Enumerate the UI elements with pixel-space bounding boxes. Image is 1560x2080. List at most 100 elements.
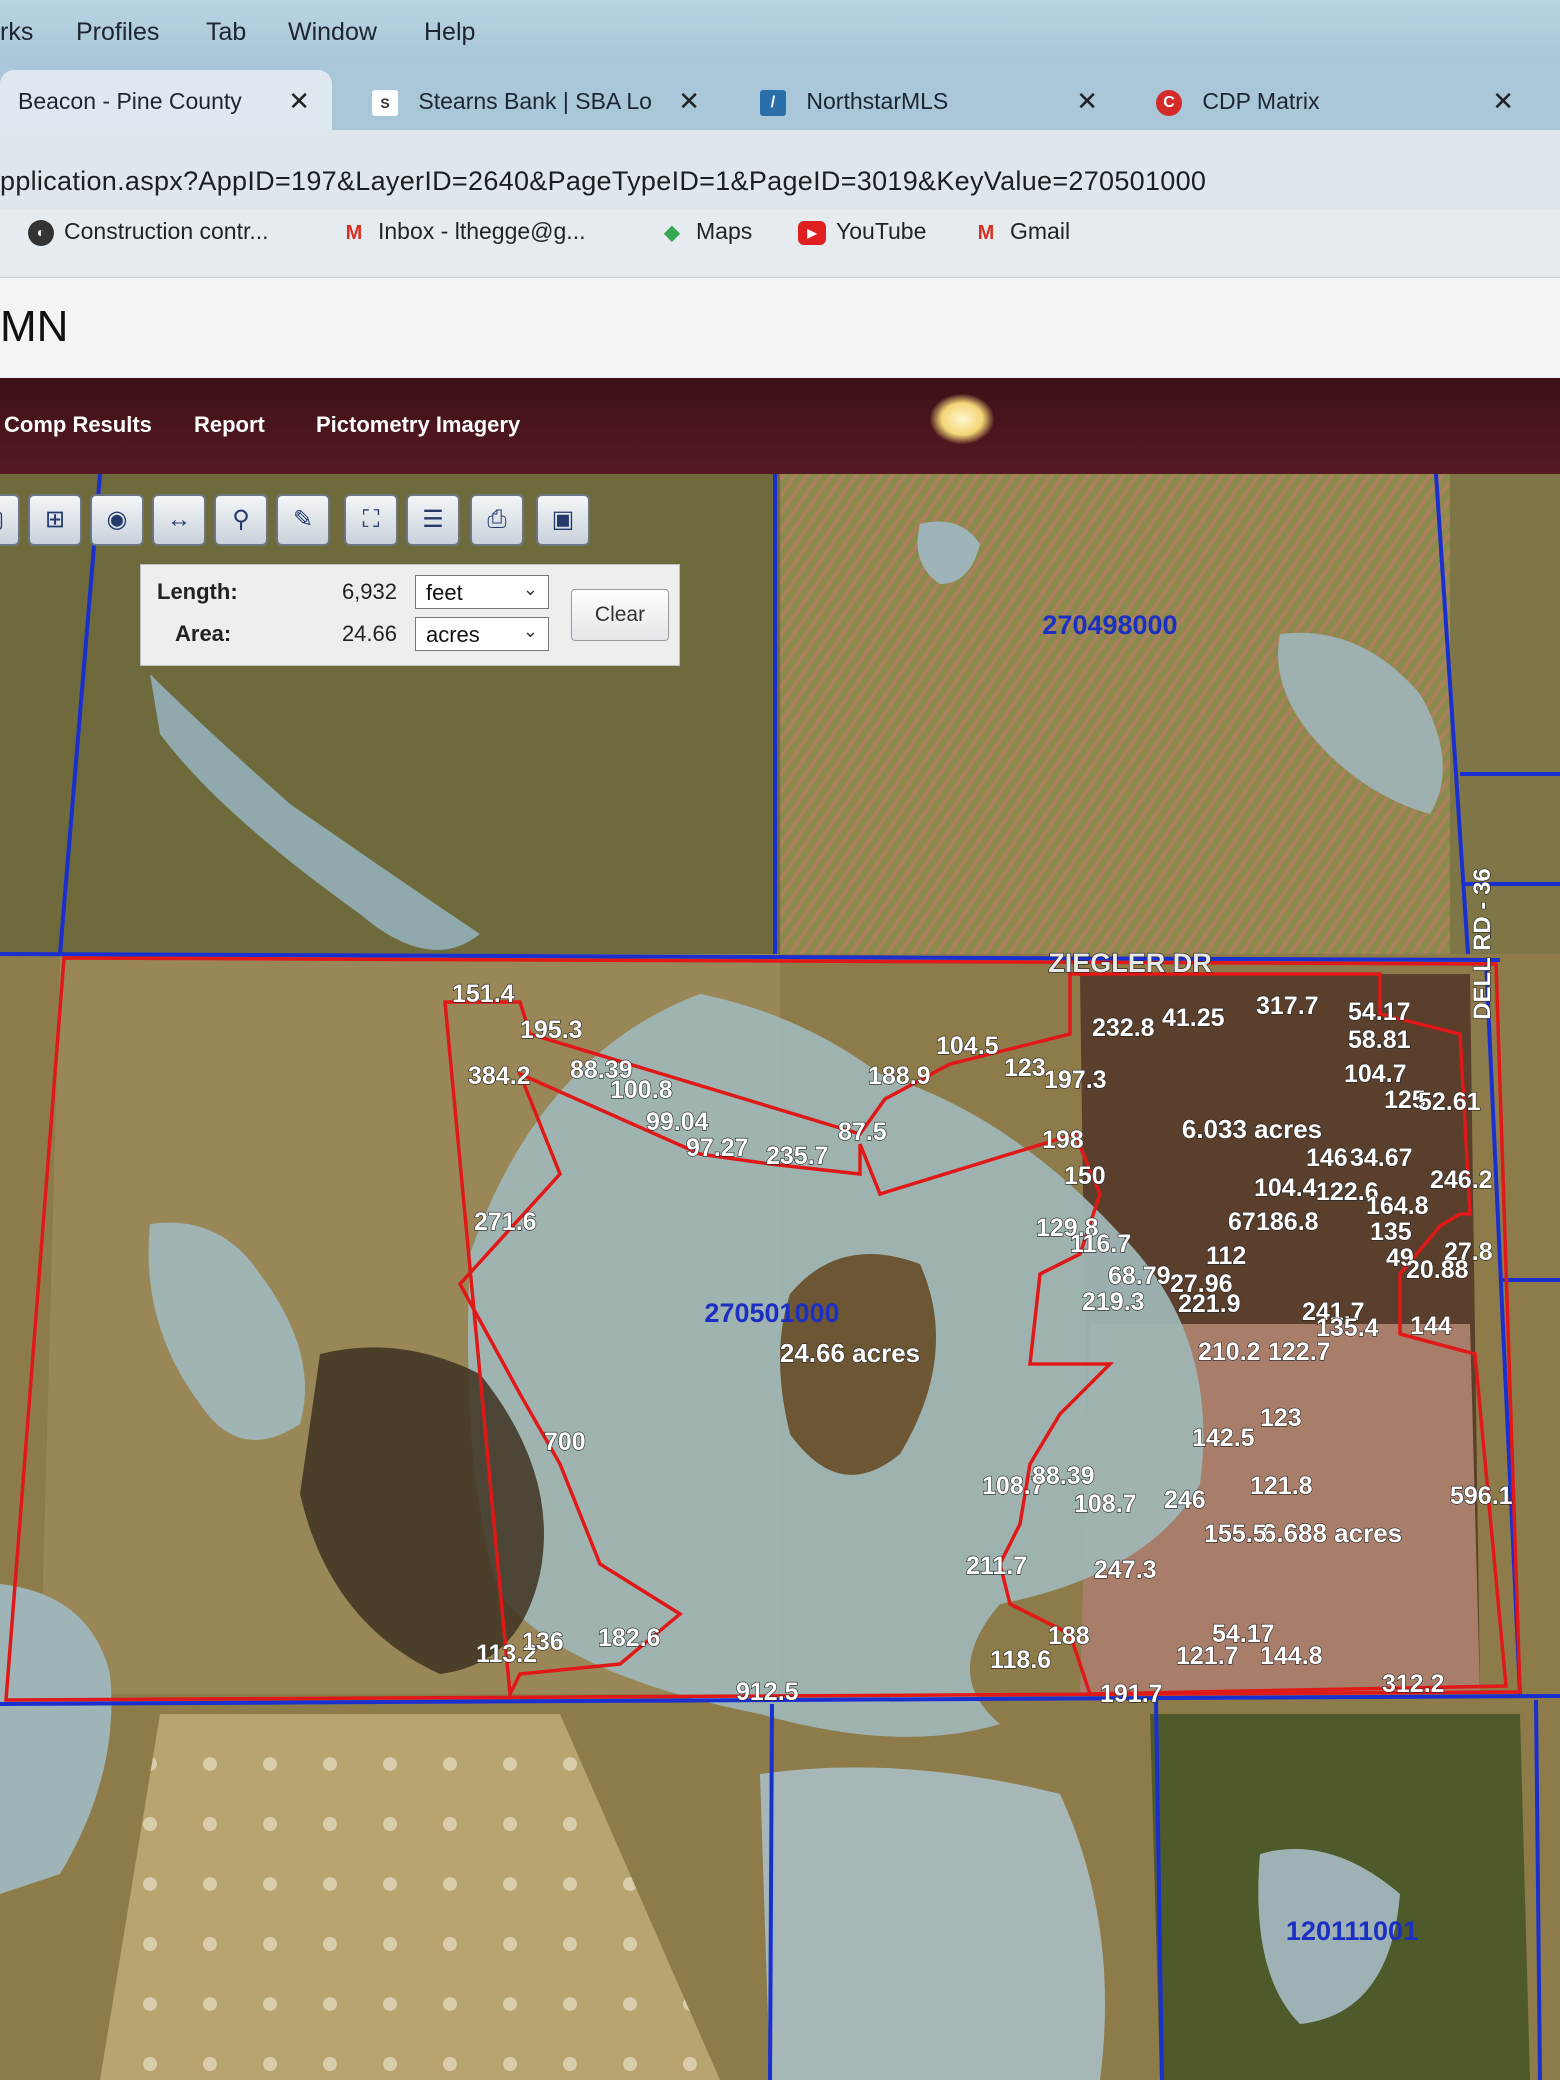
dimension-label: 112 bbox=[1206, 1242, 1246, 1270]
parcel-id-label[interactable]: 120111001 bbox=[1286, 1916, 1418, 1946]
dimension-label: 246 bbox=[1164, 1486, 1206, 1514]
bookmark-gmail[interactable]: M Gmail bbox=[972, 218, 1070, 245]
gmail-icon: M bbox=[345, 221, 363, 244]
close-icon[interactable]: ✕ bbox=[288, 86, 310, 117]
bookmark-inbox[interactable]: M Inbox - lthegge@g... bbox=[340, 218, 586, 245]
dimension-label: 700 bbox=[544, 1428, 586, 1456]
site-title: MN bbox=[0, 302, 69, 351]
bookmark-label: YouTube bbox=[836, 218, 927, 244]
select-icon[interactable]: ▢ bbox=[0, 494, 20, 546]
chevron-down-icon: ⌄ bbox=[522, 579, 538, 599]
pencil-icon[interactable]: ✎ bbox=[276, 494, 330, 546]
northstar-logo-icon: / bbox=[760, 89, 786, 116]
area-value: 24.66 bbox=[341, 621, 397, 646]
bookmark-youtube[interactable]: ▶ YouTube bbox=[798, 218, 926, 245]
dimension-label: 164.8 bbox=[1366, 1192, 1429, 1220]
bookmark-maps[interactable]: ◆ Maps bbox=[658, 218, 752, 245]
parcel-id-label[interactable]: 270498000 bbox=[1042, 610, 1177, 640]
dimension-label: 121.7 bbox=[1176, 1642, 1239, 1670]
dimension-label: 142.5 bbox=[1192, 1424, 1255, 1452]
dimension-label: 246.2 bbox=[1430, 1166, 1493, 1194]
dimension-label: 88.39 bbox=[1032, 1462, 1095, 1490]
address-bar[interactable]: pplication.aspx?AppID=197&LayerID=2640&P… bbox=[0, 130, 1560, 210]
tab-cdp-matrix[interactable]: C CDP Matrix ✕ bbox=[1136, 70, 1536, 130]
tab-label: CDP Matrix bbox=[1202, 88, 1320, 114]
dimension-label: 67 bbox=[1228, 1208, 1256, 1236]
parcel-id-label[interactable]: 270501000 bbox=[704, 1298, 839, 1328]
map-canvas[interactable]: 270498000 270501000 120111001 ZIEGLER DR… bbox=[0, 474, 1560, 2080]
dimension-label: 197.3 bbox=[1044, 1066, 1107, 1094]
clear-button[interactable]: Clear bbox=[571, 589, 669, 641]
dimension-label: 211.7 bbox=[966, 1552, 1027, 1580]
dimension-label: 912.5 bbox=[736, 1678, 799, 1706]
dimension-label: 116.7 bbox=[1070, 1230, 1131, 1258]
dimension-label: 52.61 bbox=[1418, 1088, 1481, 1116]
zoom-box-icon[interactable]: ⊞ bbox=[28, 494, 82, 546]
dimension-label: 151.4 bbox=[452, 980, 515, 1008]
dimension-label: 146 bbox=[1306, 1144, 1348, 1172]
tab-label: Beacon - Pine County bbox=[18, 88, 242, 114]
close-icon[interactable]: ✕ bbox=[1076, 86, 1098, 117]
camera-icon[interactable]: ◉ bbox=[90, 494, 144, 546]
chevron-down-icon: ⌄ bbox=[522, 621, 538, 641]
dimension-label: 219.3 bbox=[1082, 1288, 1145, 1316]
dimension-label: 247.3 bbox=[1094, 1556, 1157, 1584]
dimension-label: 317.7 bbox=[1256, 992, 1319, 1020]
dimension-label: 58.81 bbox=[1348, 1026, 1411, 1054]
dimension-label: 123 bbox=[1260, 1404, 1302, 1432]
dimension-label: 271.6 bbox=[474, 1208, 537, 1236]
menu-bookmarks[interactable]: rks bbox=[0, 18, 33, 47]
dimension-label: 136 bbox=[522, 1628, 564, 1656]
dimension-label: 34.67 bbox=[1350, 1144, 1413, 1172]
road-label-ziegler: ZIEGLER DR bbox=[1048, 948, 1212, 978]
tab-northstarmls[interactable]: / NorthstarMLS ✕ bbox=[740, 70, 1120, 130]
dimension-label: 104.4 bbox=[1254, 1174, 1317, 1202]
dimension-label: 144.8 bbox=[1260, 1642, 1323, 1670]
nav-pictometry-imagery[interactable]: Pictometry Imagery bbox=[316, 412, 520, 438]
tab-stearns-bank[interactable]: S Stearns Bank | SBA Lo ✕ bbox=[352, 70, 722, 130]
dimension-label: 150 bbox=[1064, 1162, 1106, 1190]
dimension-label: 123 bbox=[1004, 1054, 1046, 1082]
dimension-label: 41.25 bbox=[1162, 1004, 1225, 1032]
screen-glare bbox=[930, 394, 994, 444]
area-unit-select[interactable]: acres ⌄ bbox=[415, 617, 549, 651]
menu-profiles[interactable]: Profiles bbox=[76, 18, 159, 47]
close-icon[interactable]: ✕ bbox=[678, 86, 700, 117]
parcel-map[interactable]: 270498000 270501000 120111001 ZIEGLER DR… bbox=[0, 474, 1560, 2080]
layers-icon[interactable]: ☰ bbox=[406, 494, 460, 546]
dimension-label: 191.7 bbox=[1100, 1680, 1163, 1708]
close-icon[interactable]: ✕ bbox=[1492, 86, 1514, 117]
tab-beacon[interactable]: Beacon - Pine County ✕ bbox=[0, 70, 332, 130]
dimension-label: 104.5 bbox=[936, 1032, 999, 1060]
bookmark-construction[interactable]: ◐ Construction contr... bbox=[28, 218, 269, 246]
measure-panel: Length: 6,932 feet ⌄ Area: 24.66 acres ⌄… bbox=[140, 564, 680, 666]
dimension-label: 210.2 bbox=[1198, 1338, 1261, 1366]
dimension-label: 20.88 bbox=[1406, 1256, 1469, 1284]
dimension-label: 232.8 bbox=[1092, 1014, 1155, 1042]
dimension-label: 198 bbox=[1042, 1126, 1084, 1154]
length-unit-select[interactable]: feet ⌄ bbox=[415, 575, 549, 609]
dimension-label: 122.7 bbox=[1268, 1338, 1331, 1366]
save-icon[interactable]: ▣ bbox=[536, 494, 590, 546]
dimension-label: 186.8 bbox=[1256, 1208, 1319, 1236]
nav-report[interactable]: Report bbox=[194, 412, 265, 438]
nav-comp-results[interactable]: Comp Results bbox=[4, 412, 152, 438]
area-label: 6.033 acres bbox=[1182, 1114, 1322, 1144]
length-value: 6,932 bbox=[341, 579, 397, 604]
dimension-label: 97.27 bbox=[686, 1134, 749, 1162]
print-icon[interactable]: ⎙ bbox=[470, 494, 524, 546]
menu-tab[interactable]: Tab bbox=[206, 18, 246, 47]
search-icon[interactable]: ⚲ bbox=[214, 494, 268, 546]
menu-window[interactable]: Window bbox=[288, 18, 377, 47]
dimension-label: 144 bbox=[1410, 1312, 1452, 1340]
dimension-label: 104.7 bbox=[1344, 1060, 1407, 1088]
road-label-dell: DELL RD - 36 bbox=[1469, 868, 1496, 1020]
full-extent-icon[interactable]: ⛶ bbox=[344, 494, 398, 546]
menu-help[interactable]: Help bbox=[424, 18, 475, 47]
url-text[interactable]: pplication.aspx?AppID=197&LayerID=2640&P… bbox=[0, 166, 1206, 197]
length-unit-value: feet bbox=[426, 580, 463, 605]
stearns-logo-icon: S bbox=[372, 89, 398, 116]
tab-label: NorthstarMLS bbox=[806, 88, 949, 114]
site-header: MN bbox=[0, 278, 1560, 378]
measure-icon[interactable]: ↔ bbox=[152, 494, 206, 546]
